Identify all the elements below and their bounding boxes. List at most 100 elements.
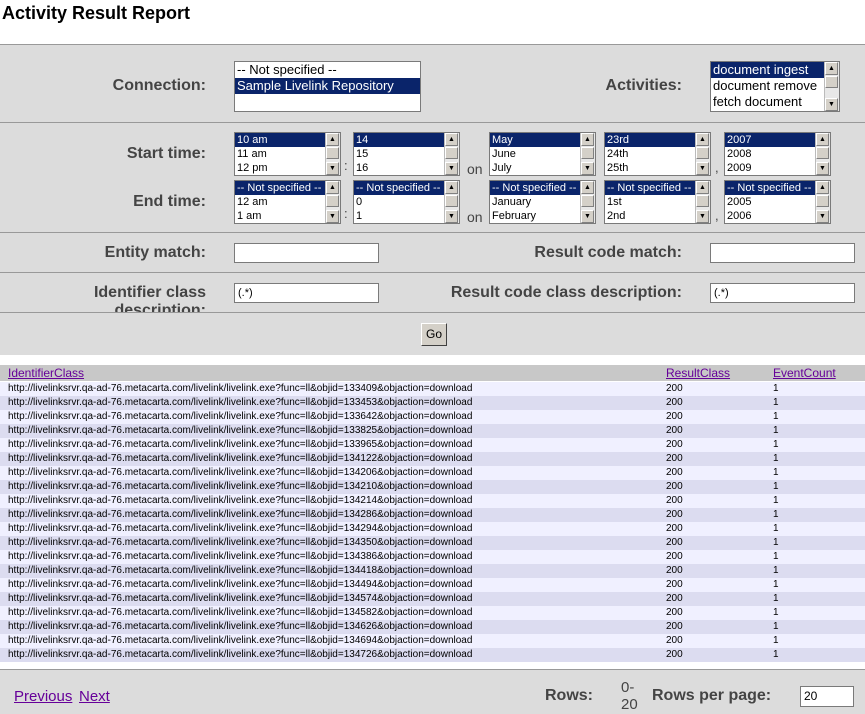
scroll-up-icon[interactable]: ▲ (816, 133, 829, 146)
end-day-scrollbar[interactable]: ▲ ▼ (695, 181, 710, 223)
scroll-down-icon[interactable]: ▼ (445, 210, 458, 223)
scroll-up-icon[interactable]: ▲ (581, 133, 594, 146)
end-year-option[interactable]: -- Not specified -- (725, 181, 816, 195)
end-hour-select[interactable]: -- Not specified -- 12 am 1 am ▲ ▼ (234, 180, 341, 224)
scroll-up-icon[interactable]: ▲ (445, 181, 458, 194)
result-code-class-input[interactable]: (.*) (710, 283, 855, 303)
scroll-down-icon[interactable]: ▼ (696, 210, 709, 223)
connection-option[interactable]: Sample Livelink Repository (235, 78, 420, 94)
column-header-resultclass[interactable]: ResultClass (666, 366, 730, 380)
scroll-down-icon[interactable]: ▼ (581, 162, 594, 175)
end-month-select[interactable]: -- Not specified -- January February ▲ ▼ (489, 180, 596, 224)
start-minute-scrollbar[interactable]: ▲ ▼ (444, 133, 459, 175)
end-minute-select[interactable]: -- Not specified -- 0 1 ▲ ▼ (353, 180, 460, 224)
scroll-thumb[interactable] (581, 147, 594, 159)
start-minute-option[interactable]: 14 (354, 133, 445, 147)
end-year-option[interactable]: 2005 (725, 195, 816, 209)
end-day-option[interactable]: 2nd (605, 209, 696, 223)
end-month-option[interactable]: February (490, 209, 581, 223)
end-year-scrollbar[interactable]: ▲ ▼ (815, 181, 830, 223)
entity-match-input[interactable] (234, 243, 379, 263)
end-minute-option[interactable]: 0 (354, 195, 445, 209)
scroll-up-icon[interactable]: ▲ (581, 181, 594, 194)
column-header-eventcount[interactable]: EventCount (773, 366, 836, 380)
end-year-select[interactable]: -- Not specified -- 2005 2006 ▲ ▼ (724, 180, 831, 224)
start-year-option[interactable]: 2008 (725, 147, 816, 161)
start-month-option[interactable]: May (490, 133, 581, 147)
scroll-up-icon[interactable]: ▲ (696, 181, 709, 194)
activities-option[interactable]: document remove (711, 78, 825, 94)
activities-select[interactable]: document ingest document remove fetch do… (710, 61, 840, 112)
start-month-option[interactable]: July (490, 161, 581, 175)
start-day-option[interactable]: 23rd (605, 133, 696, 147)
end-hour-option[interactable]: 1 am (235, 209, 326, 223)
end-month-scrollbar[interactable]: ▲ ▼ (580, 181, 595, 223)
start-month-option[interactable]: June (490, 147, 581, 161)
end-month-option[interactable]: -- Not specified -- (490, 181, 581, 195)
end-hour-option[interactable]: 12 am (235, 195, 326, 209)
connection-option[interactable]: -- Not specified -- (235, 62, 420, 78)
start-minute-option[interactable]: 15 (354, 147, 445, 161)
start-minute-option[interactable]: 16 (354, 161, 445, 175)
start-hour-option[interactable]: 10 am (235, 133, 326, 147)
activities-option[interactable]: document ingest (711, 62, 825, 78)
start-year-option[interactable]: 2009 (725, 161, 816, 175)
rows-per-page-input[interactable]: 20 (800, 686, 854, 707)
end-minute-option[interactable]: -- Not specified -- (354, 181, 445, 195)
activities-scrollbar[interactable]: ▲ ▼ (824, 62, 839, 111)
scroll-down-icon[interactable]: ▼ (825, 98, 838, 111)
scroll-down-icon[interactable]: ▼ (816, 210, 829, 223)
column-header-identifierclass[interactable]: IdentifierClass (8, 366, 84, 380)
start-hour-scrollbar[interactable]: ▲ ▼ (325, 133, 340, 175)
end-hour-scrollbar[interactable]: ▲ ▼ (325, 181, 340, 223)
scroll-thumb[interactable] (696, 147, 709, 159)
scroll-down-icon[interactable]: ▼ (326, 162, 339, 175)
previous-link[interactable]: Previous (14, 688, 72, 705)
start-hour-option[interactable]: 12 pm (235, 161, 326, 175)
scroll-down-icon[interactable]: ▼ (326, 210, 339, 223)
end-month-option[interactable]: January (490, 195, 581, 209)
end-day-option[interactable]: 1st (605, 195, 696, 209)
scroll-up-icon[interactable]: ▲ (816, 181, 829, 194)
scroll-up-icon[interactable]: ▲ (696, 133, 709, 146)
start-year-scrollbar[interactable]: ▲ ▼ (815, 133, 830, 175)
scroll-thumb[interactable] (816, 195, 829, 207)
scroll-thumb[interactable] (816, 147, 829, 159)
scroll-thumb[interactable] (696, 195, 709, 207)
scroll-down-icon[interactable]: ▼ (696, 162, 709, 175)
end-day-option[interactable]: -- Not specified -- (605, 181, 696, 195)
scroll-thumb[interactable] (326, 195, 339, 207)
start-minute-select[interactable]: 14 15 16 ▲ ▼ (353, 132, 460, 176)
scroll-thumb[interactable] (326, 147, 339, 159)
start-hour-select[interactable]: 10 am 11 am 12 pm ▲ ▼ (234, 132, 341, 176)
start-day-option[interactable]: 25th (605, 161, 696, 175)
scroll-up-icon[interactable]: ▲ (825, 62, 838, 75)
scroll-down-icon[interactable]: ▼ (445, 162, 458, 175)
start-day-scrollbar[interactable]: ▲ ▼ (695, 133, 710, 175)
end-hour-option[interactable]: -- Not specified -- (235, 181, 326, 195)
result-code-match-input[interactable] (710, 243, 855, 263)
start-day-option[interactable]: 24th (605, 147, 696, 161)
scroll-up-icon[interactable]: ▲ (445, 133, 458, 146)
scroll-up-icon[interactable]: ▲ (326, 181, 339, 194)
start-hour-option[interactable]: 11 am (235, 147, 326, 161)
start-month-select[interactable]: May June July ▲ ▼ (489, 132, 596, 176)
start-year-option[interactable]: 2007 (725, 133, 816, 147)
next-link[interactable]: Next (79, 688, 110, 705)
go-button[interactable]: Go (421, 323, 447, 346)
end-minute-scrollbar[interactable]: ▲ ▼ (444, 181, 459, 223)
scroll-up-icon[interactable]: ▲ (326, 133, 339, 146)
scroll-down-icon[interactable]: ▼ (816, 162, 829, 175)
connection-select[interactable]: -- Not specified -- Sample Livelink Repo… (234, 61, 421, 112)
end-day-select[interactable]: -- Not specified -- 1st 2nd ▲ ▼ (604, 180, 711, 224)
scroll-thumb[interactable] (445, 195, 458, 207)
end-year-option[interactable]: 2006 (725, 209, 816, 223)
end-minute-option[interactable]: 1 (354, 209, 445, 223)
scroll-thumb[interactable] (445, 147, 458, 159)
scroll-thumb[interactable] (581, 195, 594, 207)
activities-option[interactable]: fetch document (711, 94, 825, 110)
scroll-down-icon[interactable]: ▼ (581, 210, 594, 223)
identifier-class-input[interactable]: (.*) (234, 283, 379, 303)
start-day-select[interactable]: 23rd 24th 25th ▲ ▼ (604, 132, 711, 176)
scroll-thumb[interactable] (825, 76, 838, 88)
